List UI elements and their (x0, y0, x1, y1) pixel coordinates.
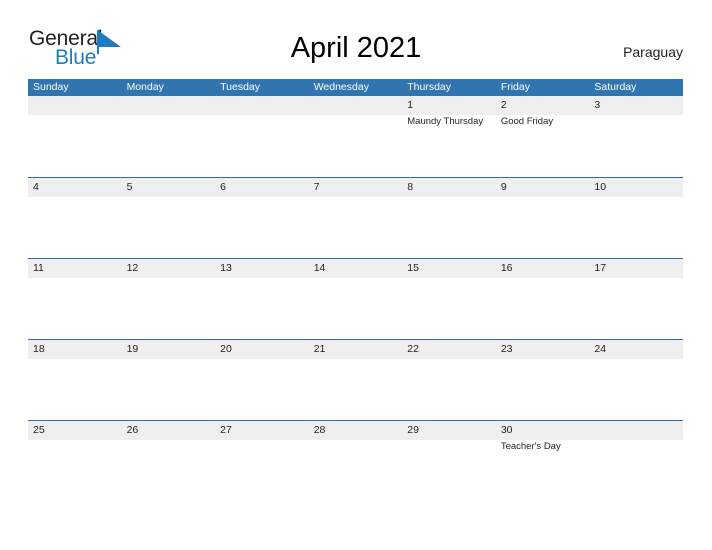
day-number: 12 (126, 262, 139, 274)
day-number: 19 (126, 343, 139, 355)
day-number: 28 (313, 424, 326, 436)
day-cell[interactable] (309, 96, 403, 177)
day-cell[interactable]: 11 (28, 259, 122, 339)
weekday-header-saturday: Saturday (594, 81, 637, 93)
day-cell[interactable]: 13 (215, 259, 309, 339)
day-number: 2 (500, 99, 507, 111)
day-number: 9 (500, 181, 507, 193)
day-number: 6 (220, 181, 226, 193)
day-cell[interactable]: 7 (309, 178, 403, 258)
day-event: Good Friday (500, 116, 554, 127)
day-number: 16 (500, 262, 513, 274)
day-cell[interactable]: 27 (215, 421, 309, 501)
day-number: 3 (594, 99, 601, 111)
day-number: 15 (407, 262, 419, 274)
day-cell[interactable]: 17 (589, 259, 683, 339)
day-number: 1 (407, 99, 414, 111)
day-cell[interactable]: 9 (496, 178, 590, 258)
day-number: 8 (407, 181, 414, 193)
week-row: 25 26 27 28 29 30 Teacher's Day (28, 420, 683, 501)
day-cell[interactable]: 24 (589, 340, 683, 420)
day-cell[interactable]: 1 Maundy Thursday (402, 96, 496, 177)
country-label: Paraguay (623, 44, 683, 60)
week-row: 4 5 6 7 8 9 10 (28, 177, 683, 258)
day-number: 4 (33, 181, 39, 193)
day-cell[interactable]: 18 (28, 340, 122, 420)
week-row: 11 12 13 14 15 16 17 (28, 258, 683, 339)
day-cell[interactable]: 15 (402, 259, 496, 339)
day-cell[interactable]: 29 (402, 421, 496, 501)
day-cell[interactable]: 8 (402, 178, 496, 258)
day-cell[interactable]: 2 Good Friday (496, 96, 590, 177)
weekday-header-wednesday: Wednesday (313, 81, 369, 93)
weekday-header-sunday: Sunday (33, 81, 69, 93)
day-number: 17 (594, 262, 607, 274)
day-cell[interactable]: 12 (122, 259, 216, 339)
day-number: 22 (407, 343, 419, 355)
day-cell[interactable]: 26 (122, 421, 216, 501)
day-cell[interactable]: 3 (589, 96, 683, 177)
day-number: 20 (220, 343, 232, 355)
day-cell[interactable]: 4 (28, 178, 122, 258)
day-cell[interactable] (28, 96, 122, 177)
day-number: 30 (500, 424, 513, 436)
day-cell[interactable]: 30 Teacher's Day (496, 421, 590, 501)
day-cell[interactable] (122, 96, 216, 177)
day-cell[interactable]: 5 (122, 178, 216, 258)
day-number: 10 (594, 181, 607, 193)
day-cell[interactable]: 19 (122, 340, 216, 420)
page-header: General Blue April 2021 Paraguay (0, 0, 712, 80)
week-row: 18 19 20 21 22 23 24 (28, 339, 683, 420)
day-number: 21 (313, 343, 326, 355)
day-number: 29 (407, 424, 419, 436)
day-cell[interactable]: 6 (215, 178, 309, 258)
day-number: 18 (33, 343, 45, 355)
day-number: 24 (594, 343, 607, 355)
day-number: 5 (126, 181, 133, 193)
weekday-header-thursday: Thursday (407, 81, 452, 93)
day-cell[interactable] (589, 421, 683, 501)
weekday-header-friday: Friday (500, 81, 530, 93)
day-number: 13 (220, 262, 232, 274)
day-number: 14 (313, 262, 326, 274)
week-row: 1 Maundy Thursday 2 Good Friday 3 (28, 96, 683, 177)
day-cell[interactable]: 28 (309, 421, 403, 501)
day-event: Maundy Thursday (407, 116, 484, 127)
day-number: 7 (313, 181, 320, 193)
calendar-grid: Sunday Monday Tuesday Wednesday Thursday… (28, 79, 683, 501)
day-number: 27 (220, 424, 232, 436)
weekday-header-tuesday: Tuesday (220, 81, 261, 93)
day-number: 23 (500, 343, 513, 355)
day-cell[interactable]: 10 (589, 178, 683, 258)
day-cell[interactable]: 16 (496, 259, 590, 339)
day-cell[interactable]: 14 (309, 259, 403, 339)
day-cell[interactable]: 25 (28, 421, 122, 501)
weekday-header-monday: Monday (126, 81, 164, 93)
day-cell[interactable]: 20 (215, 340, 309, 420)
day-number: 11 (33, 262, 44, 274)
day-cell[interactable]: 23 (496, 340, 590, 420)
day-event: Teacher's Day (500, 441, 561, 452)
day-cell[interactable] (215, 96, 309, 177)
day-number: 26 (126, 424, 139, 436)
day-number: 25 (33, 424, 45, 436)
day-cell[interactable]: 22 (402, 340, 496, 420)
day-cell[interactable]: 21 (309, 340, 403, 420)
weekday-header-row: Sunday Monday Tuesday Wednesday Thursday… (28, 79, 683, 96)
page-title: April 2021 (290, 32, 422, 64)
